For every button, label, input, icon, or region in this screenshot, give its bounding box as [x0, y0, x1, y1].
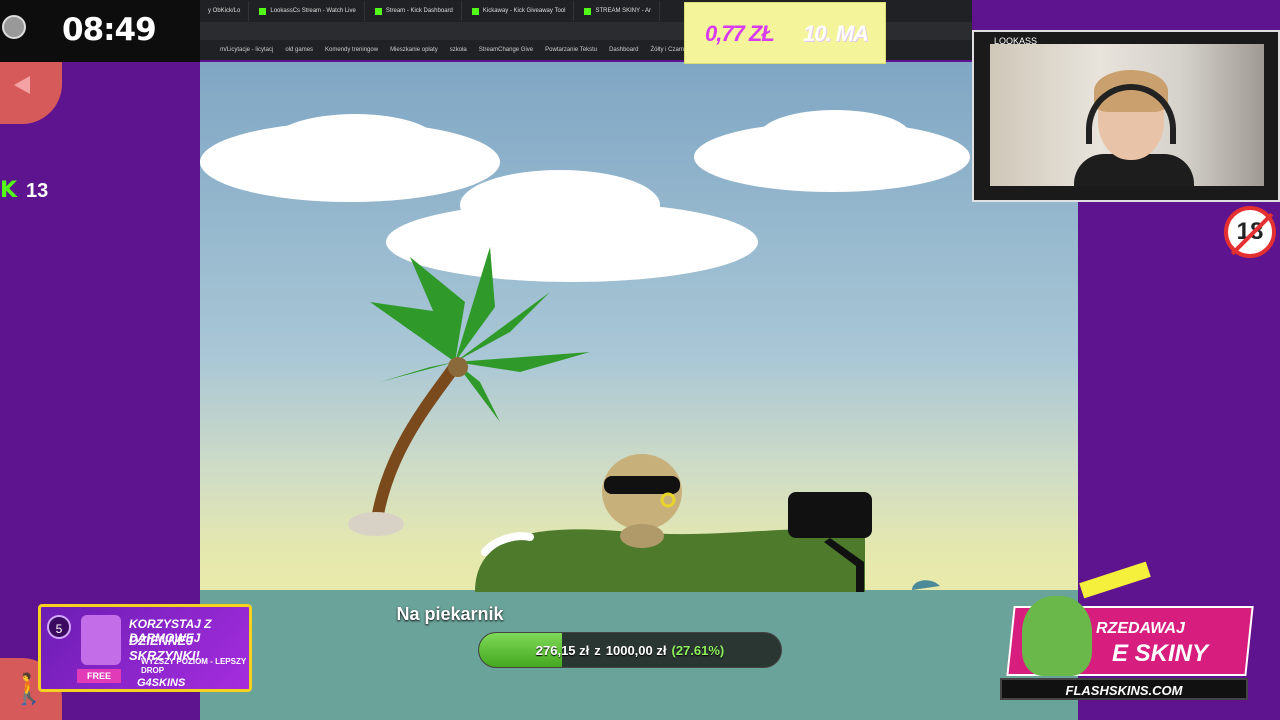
bookmark-item[interactable]: StreamChange Give	[479, 47, 533, 53]
free-badge: FREE	[77, 669, 122, 683]
pickle-boat	[475, 528, 865, 592]
bookmark-item[interactable]: Dashboard	[609, 47, 638, 53]
timer-text: 08:49	[62, 12, 157, 48]
bookmark-item[interactable]: m/Licytacje - licytacj	[220, 47, 273, 53]
goal-target: 1000,00 zł	[605, 642, 667, 658]
browser-tab[interactable]: Kickaway - Kick Giveaway Tool	[464, 1, 575, 21]
kick-favicon-icon	[584, 7, 592, 15]
streamer-name: LOOKASS	[994, 36, 1038, 46]
stream-timer: 08:49	[0, 0, 200, 62]
back-arrow-button	[0, 62, 62, 124]
bookmark-item[interactable]: Powtarzanie Tekstu	[545, 47, 597, 53]
level-badge: 5	[47, 615, 71, 639]
bookmark-item[interactable]: Mieszkanie opłaty	[390, 47, 438, 53]
kick-logo-icon: K	[0, 178, 18, 203]
goal-title: Na piekarnik	[396, 604, 504, 624]
bookmark-item[interactable]: Komendy treningow	[325, 47, 378, 53]
browser-tab[interactable]: LookassCs Stream - Watch Live	[251, 1, 365, 21]
browser-tab[interactable]: STREAM SKINY - Ar	[576, 1, 661, 21]
kick-favicon-icon	[374, 7, 382, 15]
promo-brand: G4SKINS	[137, 677, 186, 689]
webcam-video	[990, 44, 1264, 186]
promo-headline-2: E SKINY	[1112, 640, 1209, 667]
webcam-frame: LOOKASS	[972, 30, 1280, 202]
frog-mascot-icon	[1022, 596, 1092, 676]
age-restriction-badge: 18	[1224, 206, 1276, 258]
browser-tab[interactable]: y ObKick/Lo	[200, 1, 250, 21]
goal-progress-text: 276,15 zł z 1000,00 zł (27.61%)	[479, 633, 781, 667]
subs-counter: 10. MA	[803, 21, 869, 46]
bookmark-item[interactable]: old games	[285, 47, 313, 53]
viewer-count: 13	[26, 179, 49, 202]
goal-current: 276,15 zł	[535, 642, 590, 658]
promo-headline: RZEDAWAJ	[1096, 620, 1185, 637]
kick-favicon-icon	[471, 7, 479, 15]
stats-overlay: 0,77 ZŁ 10. MA	[684, 2, 886, 64]
donation-total: 0,77 ZŁ	[705, 21, 775, 46]
promo-tagline: WYŻSZY POZIOM - LEPSZY DROP	[141, 657, 247, 675]
promo-brand: FLASHSKINS.COM	[1000, 678, 1248, 700]
promo-tag-decoration	[1079, 561, 1151, 599]
kick-favicon-icon	[259, 7, 267, 15]
browser-tab[interactable]: Stream - Kick Dashboard	[367, 1, 462, 21]
bookmark-item[interactable]: szkoła	[450, 47, 467, 53]
promo-banner-flashskins: RZEDAWAJ E SKINY FLASHSKINS.COM	[1000, 561, 1254, 706]
stream-overlay: y ObKick/Lo LookassCs Stream - Watch Liv…	[0, 0, 1280, 720]
promo-banner-g4skins: 5 KORZYSTAJ Z DARMOWEJ DZIENNEJ SKRZYNKI…	[38, 604, 252, 692]
viewer-counter: K 13	[0, 178, 48, 204]
arrow-left-icon	[14, 76, 30, 94]
promo-avatar	[81, 615, 121, 665]
goal-percent: (27.61%)	[671, 642, 725, 658]
clock-icon	[2, 15, 26, 39]
goal-connector: z	[594, 642, 601, 658]
goal-progress-bar: 276,15 zł z 1000,00 zł (27.61%)	[478, 632, 782, 668]
